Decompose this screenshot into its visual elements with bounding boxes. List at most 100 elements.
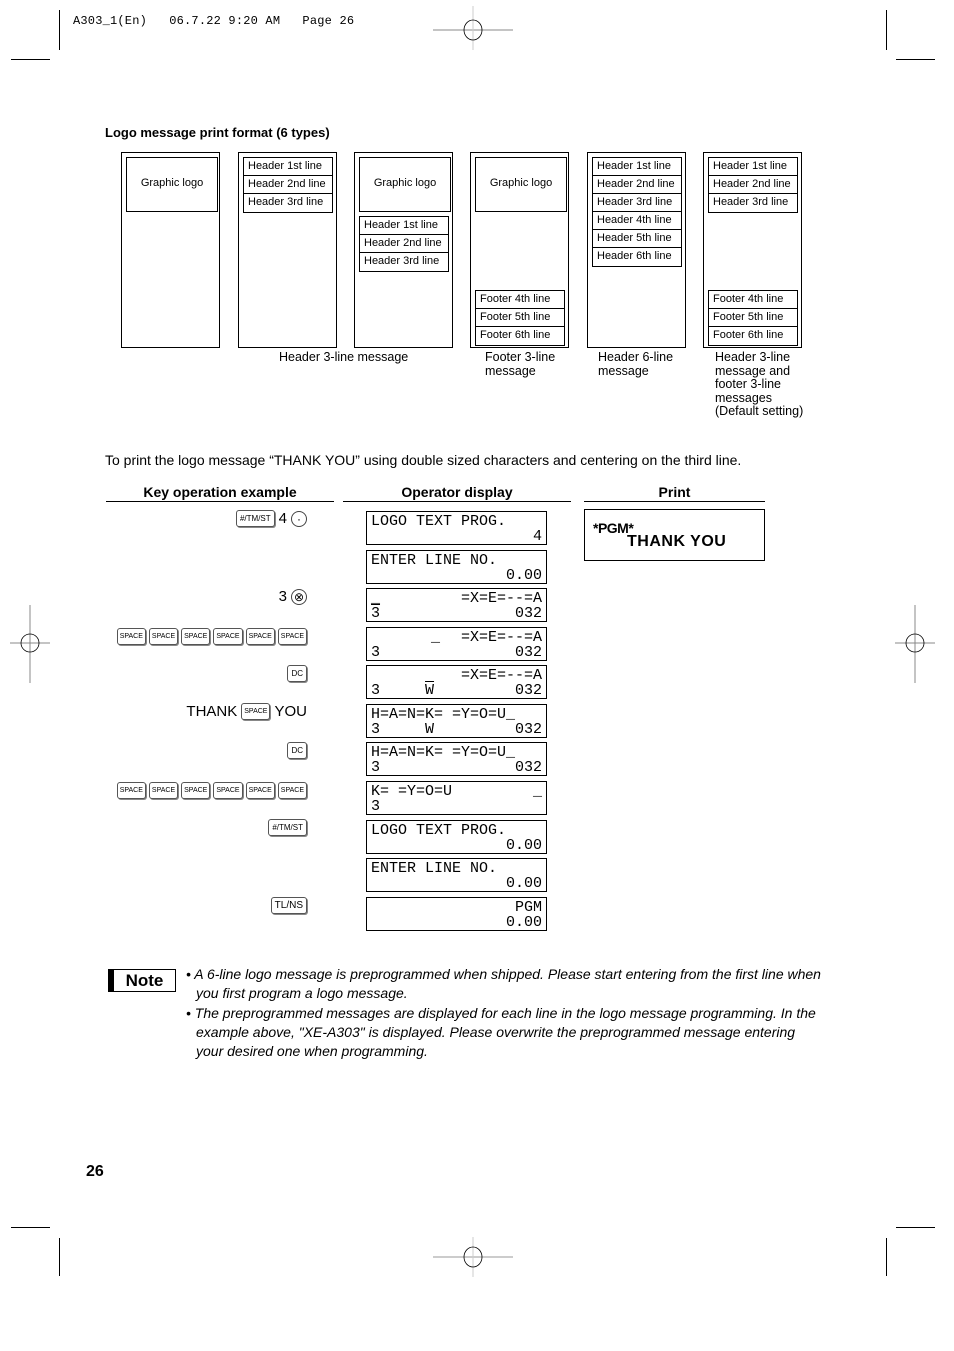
graphic-logo-box: Graphic logo: [475, 157, 567, 212]
display-char-code: 032: [514, 605, 542, 622]
footer-line: Footer 6th line: [713, 329, 784, 341]
display-char-code: 032: [514, 759, 542, 776]
header-lines: Header 1st line Header 2nd line Header 3…: [359, 216, 449, 272]
header-line: Header 2nd line: [244, 176, 332, 194]
typed-text: YOU: [274, 703, 307, 720]
display-line-1: PGM: [514, 899, 542, 916]
space-key[interactable]: SPACE: [241, 703, 271, 720]
header-line: Header 1st line: [244, 158, 332, 176]
space-key[interactable]: SPACE: [181, 782, 211, 799]
space-key[interactable]: SPACE: [277, 628, 307, 645]
caption-line: messages: [715, 390, 772, 405]
crop-mark: [886, 10, 887, 50]
typed-text: THANK: [186, 703, 238, 720]
display-line-1: H=A=N=K= =Y=O=U_: [371, 706, 516, 723]
display-double-size-flag: W: [425, 682, 435, 699]
crop-mark: [896, 1227, 935, 1228]
display-double-size-flag: W: [425, 721, 435, 738]
key-step-1: #/TM/ST 4 ·: [235, 510, 307, 527]
footer-line: Footer 6th line: [480, 329, 551, 341]
display-line-2: 0.00: [505, 837, 542, 854]
operator-display: H=A=N=K= =Y=O=U_ 3 W 032: [366, 704, 547, 738]
crop-mark: [11, 59, 50, 60]
display-line-2: 0.00: [505, 875, 542, 892]
graphic-logo-box: Graphic logo: [126, 157, 218, 212]
display-line-1: LOGO TEXT PROG.: [371, 822, 507, 839]
space-key[interactable]: SPACE: [245, 628, 275, 645]
column-header-key-ops: Key operation example: [106, 484, 334, 502]
display-line-no: 3: [371, 605, 381, 622]
key-step-6: THANK SPACE YOU: [186, 703, 307, 720]
caption-line: Header 3-line: [715, 350, 791, 364]
footer-lines: Footer 4th line Footer 5th line Footer 6…: [708, 290, 798, 346]
decimal-point-key[interactable]: ·: [291, 510, 307, 527]
header-line: Header 4th line: [593, 212, 681, 230]
graphic-logo-box: Graphic logo: [359, 157, 451, 212]
key-step-7: DC: [287, 742, 307, 759]
numeric-key[interactable]: 3: [279, 588, 287, 605]
operator-display: PGM 0.00: [366, 897, 547, 931]
note-item: • The preprogrammed messages are display…: [186, 1004, 816, 1060]
header-line: Header 6th line: [597, 250, 672, 262]
header-line: Header 2nd line: [360, 235, 448, 253]
display-cursor: _: [431, 629, 441, 646]
display-line-1: ENTER LINE NO.: [371, 552, 498, 569]
header-lines: Header 1st line Header 2nd line Header 3…: [243, 157, 333, 213]
caption-line: message and: [715, 363, 791, 378]
display-line-1: K= =Y=O=U: [371, 783, 453, 800]
tm-st-key[interactable]: #/TM/ST: [235, 510, 275, 527]
crop-mark: [896, 59, 935, 60]
display-line-1: H=A=N=K= =Y=O=U_: [371, 744, 516, 761]
display-line-2: 0.00: [505, 567, 542, 584]
dc-key[interactable]: DC: [287, 665, 307, 682]
tl-ns-key[interactable]: TL/NS: [270, 897, 307, 914]
space-key[interactable]: SPACE: [277, 782, 307, 799]
caption-line: message: [485, 363, 536, 378]
display-line-1: =X=E=--=A: [460, 629, 542, 646]
key-step-8: SPACE SPACE SPACE SPACE SPACE SPACE: [116, 782, 307, 799]
space-key[interactable]: SPACE: [181, 628, 211, 645]
footer-line: Footer 4th line: [709, 291, 797, 309]
footer-line: Footer 5th line: [476, 309, 564, 327]
space-key[interactable]: SPACE: [148, 782, 179, 799]
caption-line: message: [598, 363, 649, 378]
caption-line: Footer 3-line: [485, 350, 556, 364]
registration-mark-icon: [433, 1237, 513, 1277]
note-text: • A 6-line logo message is preprogrammed…: [186, 965, 826, 1061]
display-line-2: 0.00: [505, 914, 542, 931]
operator-display: _ =X=E=--=A 3 032: [366, 588, 547, 622]
space-key[interactable]: SPACE: [213, 782, 243, 799]
crop-mark: [59, 1238, 60, 1276]
registration-mark-icon: [433, 6, 513, 50]
space-key[interactable]: SPACE: [245, 782, 275, 799]
multiply-key[interactable]: ⊗: [291, 588, 307, 605]
space-key[interactable]: SPACE: [213, 628, 243, 645]
caption-header-6: Header 6-line message: [598, 350, 673, 378]
dc-key[interactable]: DC: [287, 742, 307, 759]
header-lines: Header 1st line Header 2nd line Header 3…: [592, 157, 682, 267]
caption-default: Header 3-line message and footer 3-line …: [715, 350, 804, 419]
caption-line: (Default setting): [715, 404, 804, 418]
page-number: 26: [86, 1163, 104, 1180]
header-line: Header 3rd line: [593, 194, 681, 212]
crop-mark: [59, 10, 60, 50]
format-graphic-header-3: Graphic logo Header 1st line Header 2nd …: [354, 152, 453, 348]
display-line-1: ENTER LINE NO.: [371, 860, 498, 877]
print-output: *PGM* THANK YOU: [584, 509, 765, 561]
format-header-6: Header 1st line Header 2nd line Header 3…: [587, 152, 686, 348]
note-item: • A 6-line logo message is preprogrammed…: [186, 966, 821, 1002]
tm-st-key[interactable]: #/TM/ST: [268, 819, 307, 836]
space-key[interactable]: SPACE: [116, 782, 146, 799]
display-line-no: 3: [371, 682, 381, 699]
space-key[interactable]: SPACE: [148, 628, 179, 645]
numeric-key[interactable]: 4: [279, 510, 287, 527]
format-graphic-logo: Graphic logo: [121, 152, 220, 348]
display-char-code: 032: [514, 721, 542, 738]
note-badge: Note: [108, 969, 176, 992]
caption-header-3: Header 3-line message: [279, 350, 409, 364]
operator-display: LOGO TEXT PROG. 4: [366, 511, 547, 545]
key-step-9: #/TM/ST: [268, 819, 307, 836]
space-key[interactable]: SPACE: [116, 628, 146, 645]
footer-line: Footer 4th line: [476, 291, 564, 309]
registration-mark-icon: [895, 605, 935, 683]
